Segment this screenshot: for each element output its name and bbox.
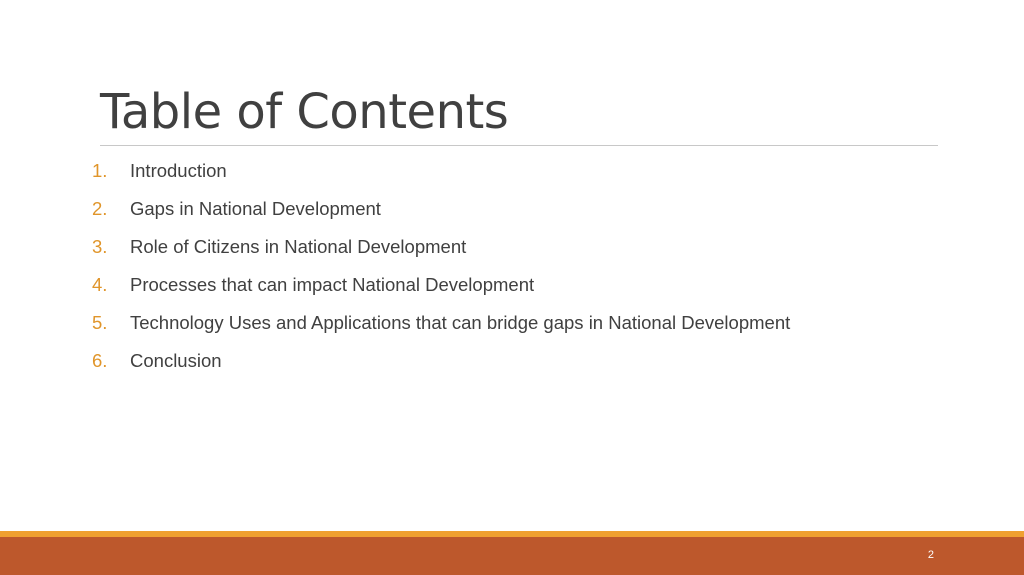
list-item-number: 3. <box>92 236 108 257</box>
list-item: 5. Technology Uses and Applications that… <box>92 304 790 342</box>
title-divider <box>100 145 938 146</box>
list-item-text: Conclusion <box>130 350 222 371</box>
list-item-text: Gaps in National Development <box>130 198 381 219</box>
slide: Table of Contents 1. Introduction 2. Gap… <box>0 0 1024 575</box>
list-item-text: Introduction <box>130 160 227 181</box>
slide-title: Table of Contents <box>100 84 509 140</box>
list-item: 1. Introduction <box>92 152 790 190</box>
list-item-text: Technology Uses and Applications that ca… <box>130 312 791 333</box>
page-number: 2 <box>927 549 934 561</box>
list-item: 4. Processes that can impact National De… <box>92 266 790 304</box>
list-item-number: 1. <box>92 160 108 181</box>
list-item-number: 6. <box>92 350 108 371</box>
list-item: 3. Role of Citizens in National Developm… <box>92 228 790 266</box>
list-item-text: Role of Citizens in National Development <box>130 236 467 257</box>
list-item-number: 2. <box>92 198 108 219</box>
list-item: 2. Gaps in National Development <box>92 190 790 228</box>
list-item-text: Processes that can impact National Devel… <box>130 274 535 295</box>
list-item: 6. Conclusion <box>92 342 790 380</box>
list-item-number: 5. <box>92 312 108 333</box>
footer-bar: 2 <box>0 537 1024 575</box>
table-of-contents-list: 1. Introduction 2. Gaps in National Deve… <box>92 152 790 380</box>
list-item-number: 4. <box>92 274 108 295</box>
